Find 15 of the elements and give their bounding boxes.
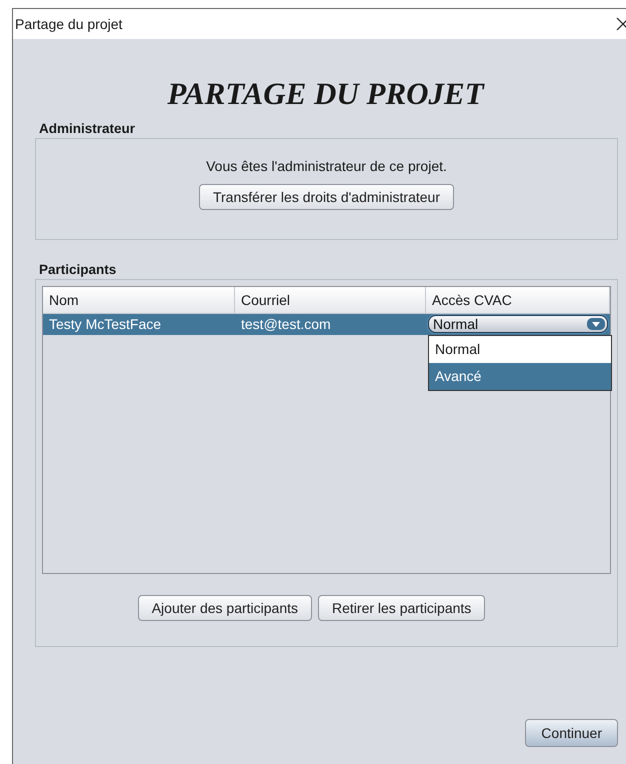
table-cell[interactable]: Testy McTestFace (43, 314, 235, 335)
admin-message: Vous êtes l'administrateur de ce projet. (206, 158, 447, 174)
dropdown-option[interactable]: Normal (429, 336, 611, 363)
window-title: Partage du projet (15, 16, 122, 32)
continue-button[interactable]: Continuer (525, 719, 618, 747)
table-cell[interactable]: test@test.com (235, 314, 426, 335)
transfer-admin-button[interactable]: Transférer les droits d'administrateur (198, 184, 454, 210)
dialog-heading: PARTAGE DU PROJET (166, 77, 486, 111)
section-label: Participants (39, 262, 118, 277)
participants-button[interactable]: Retirer les participants (318, 595, 486, 621)
dropdown-option[interactable]: Avancé (429, 363, 611, 390)
access-dropdown[interactable]: Normal (428, 315, 608, 333)
close-icon[interactable] (616, 17, 626, 31)
participants-button[interactable]: Ajouter des participants (138, 595, 312, 621)
section-label: Administrateur (39, 121, 136, 136)
